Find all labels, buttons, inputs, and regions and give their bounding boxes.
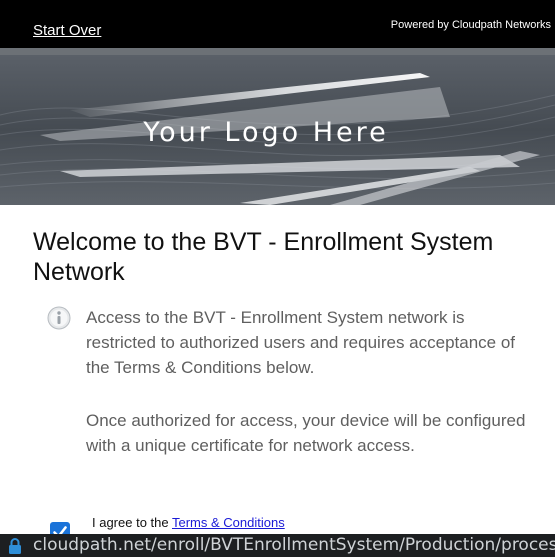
url-status-bar: cloudpath.net/enroll/BVTEnrollmentSystem… (0, 534, 555, 557)
banner-graphic: Your Logo Here (0, 55, 555, 205)
agree-prefix: I agree to the (92, 515, 172, 530)
banner-divider (0, 48, 555, 55)
agree-label: I agree to the Terms & Conditions (92, 515, 285, 530)
page-title: Welcome to the BVT - Enrollment System N… (33, 228, 494, 286)
terms-link[interactable]: Terms & Conditions (172, 515, 285, 530)
top-bar: Start Over Powered by Cloudpath Networks (0, 0, 555, 48)
info-icon (47, 306, 71, 330)
logo-text: Your Logo Here (142, 117, 389, 148)
powered-by-text: Powered by Cloudpath Networks (390, 19, 551, 31)
start-over-link[interactable]: Start Over (33, 22, 101, 39)
certificate-paragraph: Once authorized for access, your device … (86, 411, 526, 455)
enrollment-page: Start Over Powered by Cloudpath Networks (0, 0, 555, 557)
access-paragraph: Access to the BVT - Enrollment System ne… (86, 308, 516, 377)
lock-icon (8, 537, 22, 555)
logo-banner: Your Logo Here (0, 55, 555, 205)
url-text: cloudpath.net/enroll/BVTEnrollmentSystem… (33, 535, 555, 555)
